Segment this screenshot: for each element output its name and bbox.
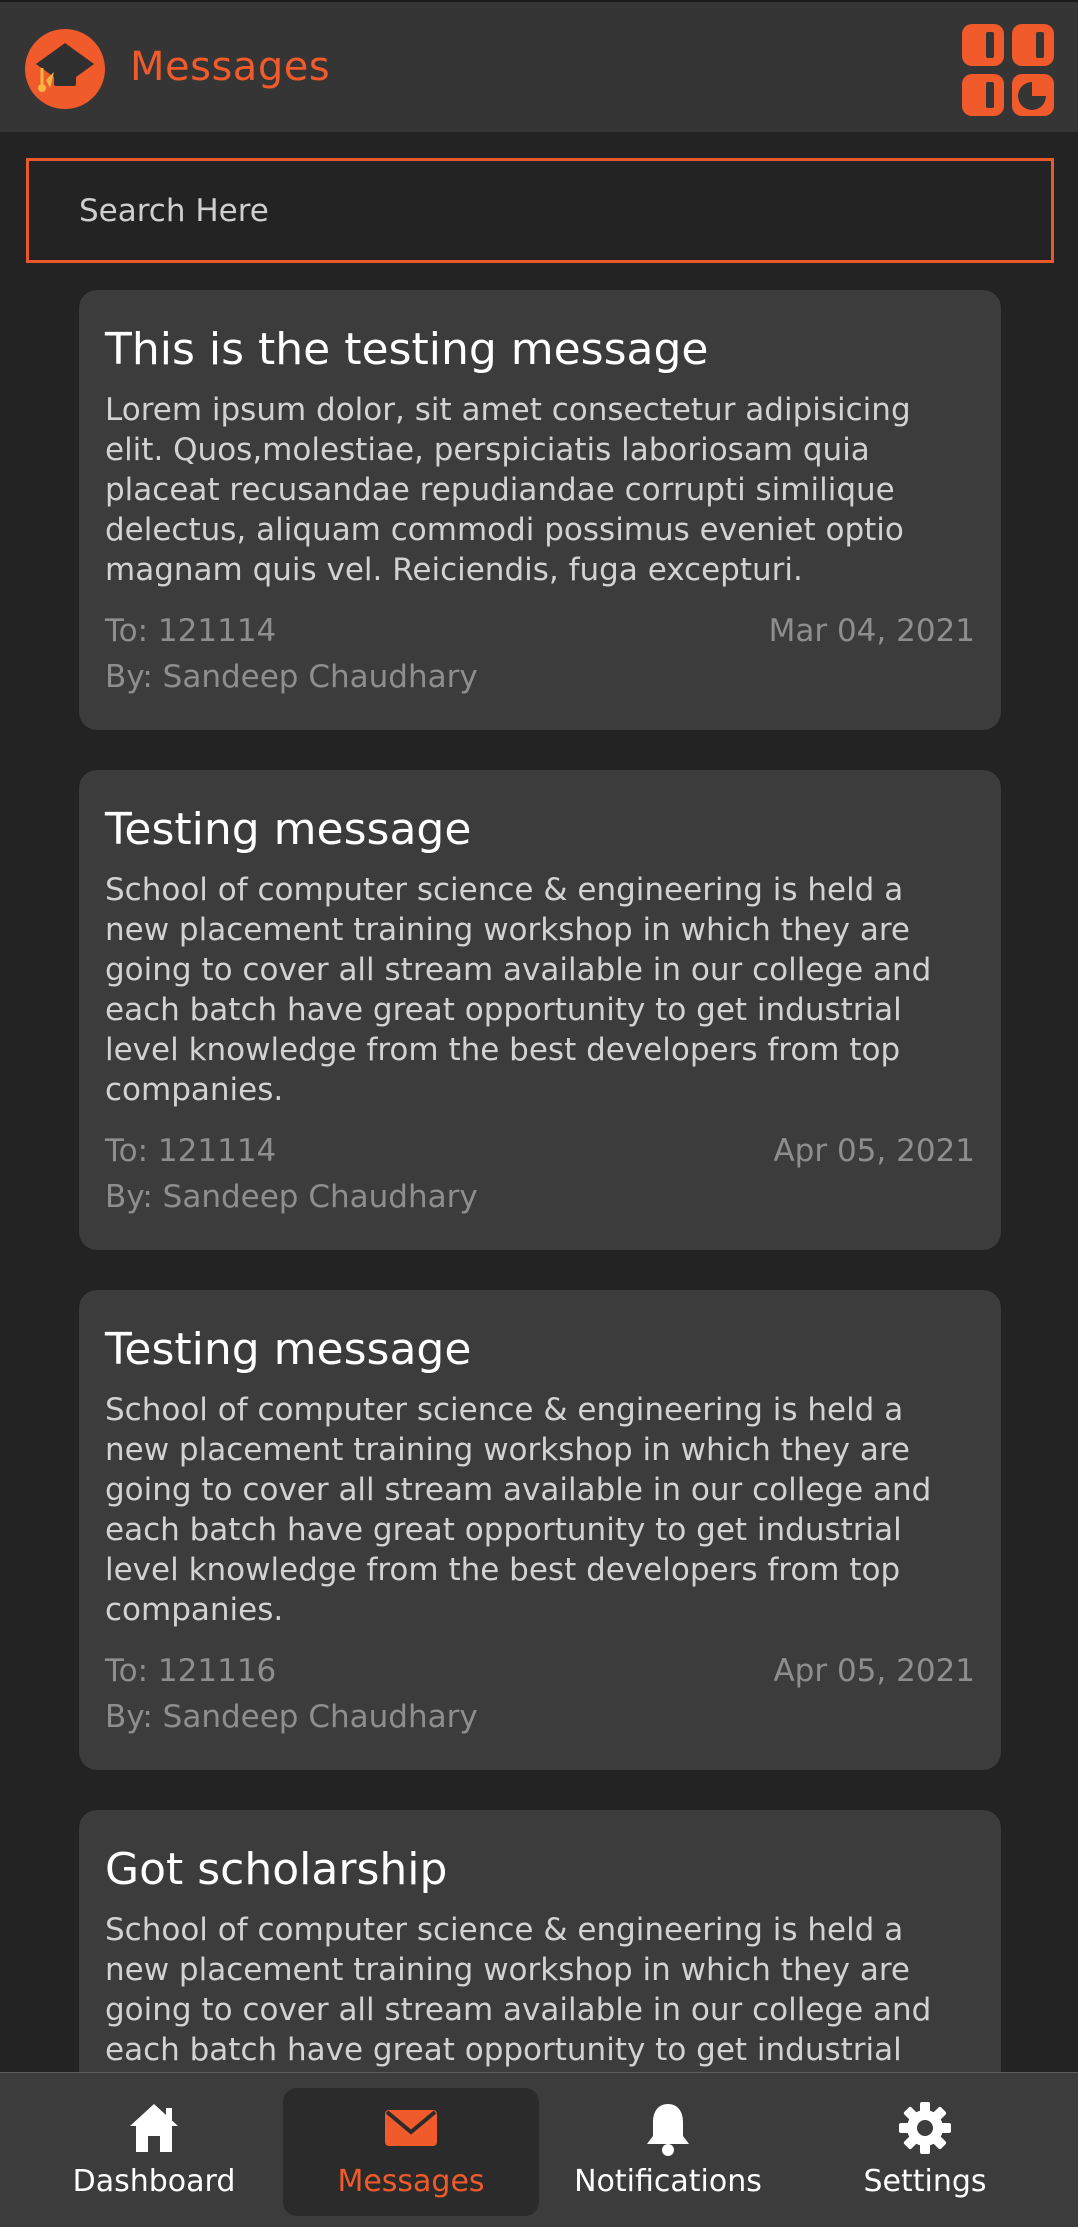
nav-label: Dashboard <box>72 2164 236 2199</box>
message-sender: By: Sandeep Chaudhary <box>105 1179 478 1215</box>
search-box <box>26 158 1054 263</box>
nav-label: Messages <box>337 2164 485 2199</box>
message-recipient: To: 121114 <box>105 613 277 649</box>
bottom-nav: Dashboard Messages Notifications Setting… <box>0 2072 1078 2227</box>
message-card[interactable]: This is the testing message Lorem ipsum … <box>79 290 1001 730</box>
gear-icon <box>899 2102 951 2154</box>
envelope-icon <box>385 2110 437 2146</box>
nav-item-messages[interactable]: Messages <box>283 2088 539 2216</box>
bell-icon <box>647 2104 689 2156</box>
message-meta: To: 121114 Mar 04, 2021 By: Sandeep Chau… <box>105 608 975 700</box>
message-sender: By: Sandeep Chaudhary <box>105 1699 478 1735</box>
messages-screen: Messages This is the testing message Lor… <box>0 0 1078 2227</box>
message-meta: To: 121114 Apr 05, 2021 By: Sandeep Chau… <box>105 1128 975 1220</box>
nav-label: Notifications <box>574 2164 762 2199</box>
message-date: Apr 05, 2021 <box>773 1653 975 1689</box>
message-recipient: To: 121116 <box>105 1653 277 1689</box>
message-body: Lorem ipsum dolor, sit amet consectetur … <box>105 392 911 588</box>
message-card[interactable]: Testing message School of computer scien… <box>79 770 1001 1250</box>
message-title: Testing message <box>105 804 472 855</box>
message-title: Got scholarship <box>105 1844 448 1895</box>
message-date: Mar 04, 2021 <box>768 613 975 649</box>
message-card[interactable]: Testing message School of computer scien… <box>79 1290 1001 1770</box>
message-title: This is the testing message <box>105 324 709 375</box>
nav-item-dashboard[interactable]: Dashboard <box>26 2088 282 2216</box>
nav-item-settings[interactable]: Settings <box>797 2088 1053 2216</box>
apps-grid-icon[interactable] <box>960 22 1056 118</box>
message-body: School of computer science & engineering… <box>105 1392 932 1628</box>
app-header: Messages <box>0 0 1078 132</box>
message-body: School of computer science & engineering… <box>105 872 932 1108</box>
message-recipient: To: 121114 <box>105 1133 277 1169</box>
graduation-cap-logo-icon[interactable] <box>24 28 106 110</box>
home-icon <box>130 2104 178 2152</box>
nav-item-notifications[interactable]: Notifications <box>540 2088 796 2216</box>
message-sender: By: Sandeep Chaudhary <box>105 659 478 695</box>
message-date: Apr 05, 2021 <box>773 1133 975 1169</box>
message-meta: To: 121116 Apr 05, 2021 By: Sandeep Chau… <box>105 1648 975 1740</box>
page-title: Messages <box>130 44 331 90</box>
nav-label: Settings <box>863 2164 987 2199</box>
search-input[interactable] <box>29 161 1051 260</box>
message-title: Testing message <box>105 1324 472 1375</box>
message-body: School of computer science & engineering… <box>105 1912 932 2068</box>
